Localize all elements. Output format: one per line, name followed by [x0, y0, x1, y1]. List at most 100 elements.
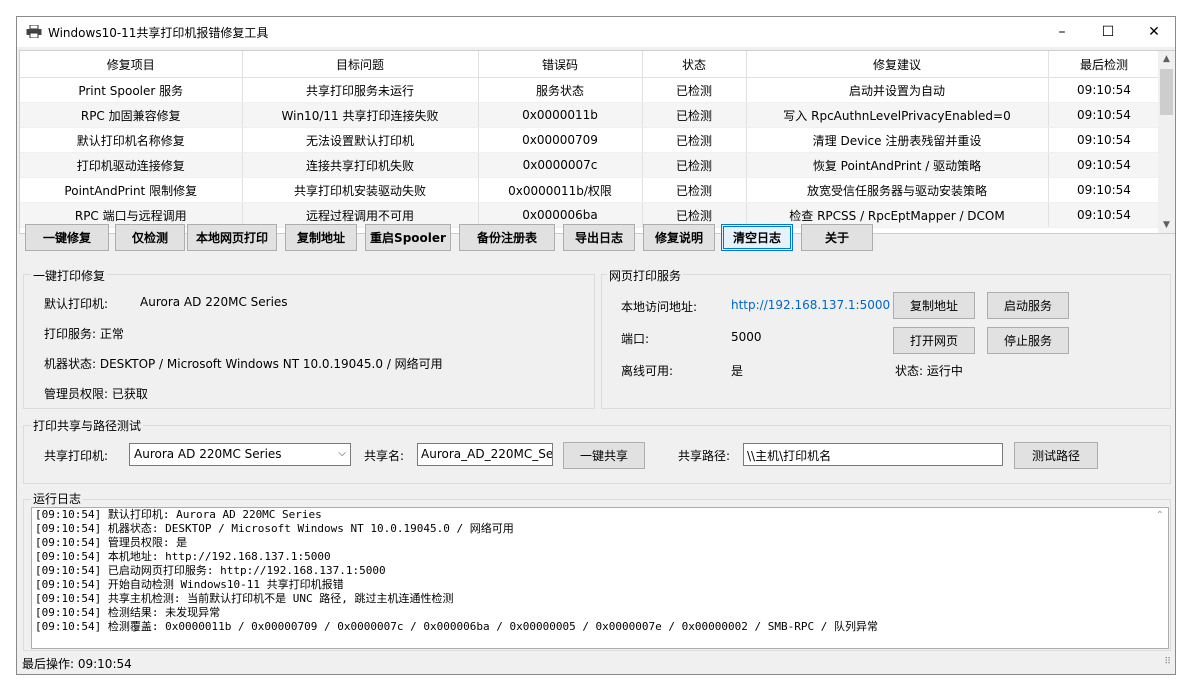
table-header: 修复项目 目标问题 错误码 状态 修复建议 最后检测 — [20, 51, 1161, 78]
restart-spooler-button[interactable]: 重启Spooler — [365, 224, 451, 251]
log-line: [09:10:54] 检测结果: 未发现异常 — [35, 606, 221, 619]
one-click-share-button[interactable]: 一键共享 — [563, 442, 645, 469]
clear-log-button[interactable]: 清空日志 — [721, 224, 793, 251]
port-value: 5000 — [731, 330, 762, 344]
cell: 写入 RpcAuthnLevelPrivacyEnabled=0 — [746, 102, 1049, 128]
machine-status: 机器状态: DESKTOP / Microsoft Windows NT 10.… — [44, 357, 443, 371]
log-line: [09:10:54] 本机地址: http://192.168.137.1:50… — [35, 550, 331, 563]
column-header-problem[interactable]: 目标问题 — [242, 51, 479, 78]
log-group-title: 运行日志 — [31, 490, 84, 507]
admin-status: 管理员权限: 已获取 — [44, 387, 148, 401]
size-grip-icon[interactable]: ⠿ — [1164, 657, 1171, 667]
about-button[interactable]: 关于 — [801, 224, 873, 251]
column-header-status[interactable]: 状态 — [642, 51, 747, 78]
stop-service-button[interactable]: 停止服务 — [987, 327, 1069, 354]
cell: 无法设置默认打印机 — [242, 127, 479, 153]
log-textarea[interactable]: [09:10:54] 默认打印机: Aurora AD 220MC Series… — [31, 507, 1169, 649]
local-address-label: 本地访问地址: — [621, 300, 698, 314]
cell: 清理 Device 注册表残留并重设 — [746, 127, 1049, 153]
default-printer-label: 默认打印机: — [44, 297, 109, 311]
cell: 09:10:54 — [1048, 102, 1161, 128]
share-printer-select[interactable]: Aurora AD 220MC Series ⌵ — [129, 443, 351, 466]
cell: 启动并设置为自动 — [746, 77, 1049, 103]
cell: 默认打印机名称修复 — [20, 127, 243, 153]
log-line: [09:10:54] 默认打印机: Aurora AD 220MC Series — [35, 508, 322, 521]
cell: 已检测 — [642, 102, 747, 128]
share-name-label: 共享名: — [364, 449, 405, 463]
log-scroll-up-icon[interactable]: ⌃ — [1156, 510, 1164, 521]
share-printer-label: 共享打印机: — [44, 449, 109, 463]
cell: 已检测 — [642, 77, 747, 103]
web-print-group — [601, 274, 1171, 409]
printer-icon — [26, 25, 42, 38]
share-path-input[interactable]: \\主机\打印机名 — [743, 443, 1003, 466]
start-service-button[interactable]: 启动服务 — [987, 292, 1069, 319]
column-header-advice[interactable]: 修复建议 — [746, 51, 1049, 78]
cell: Print Spooler 服务 — [20, 77, 243, 103]
cell: 已检测 — [642, 127, 747, 153]
column-header-time[interactable]: 最后检测 — [1048, 51, 1161, 78]
table-row[interactable]: PointAndPrint 限制修复 共享打印机安装驱动失败 0x0000011b/… — [20, 177, 1161, 203]
cell: Win10/11 共享打印连接失败 — [242, 102, 479, 128]
cell: PointAndPrint 限制修复 — [20, 177, 243, 203]
cell: 放宽受信任服务器与驱动安装策略 — [746, 177, 1049, 203]
status-bar: 最后操作: 09:10:54 ⠿ — [17, 652, 1175, 674]
spooler-status: 打印服务: 正常 — [44, 327, 124, 341]
log-line: [09:10:54] 管理员权限: 是 — [35, 536, 188, 549]
grid-scrollbar[interactable]: ▲ ▼ — [1158, 51, 1175, 233]
detect-only-button[interactable]: 仅检测 — [115, 224, 185, 251]
table-row[interactable]: Print Spooler 服务 共享打印服务未运行 服务状态 已检测 启动并设置为自动… — [20, 77, 1161, 103]
repair-items-grid[interactable]: 修复项目 目标问题 错误码 状态 修复建议 最后检测 Print Spooler… — [19, 50, 1175, 234]
maximize-button[interactable]: ☐ — [1085, 17, 1131, 47]
copy-address-button[interactable]: 复制地址 — [285, 224, 357, 251]
close-button[interactable]: ✕ — [1131, 17, 1175, 47]
web-copy-address-button[interactable]: 复制地址 — [893, 292, 975, 319]
share-path-label: 共享路径: — [678, 449, 731, 463]
repair-group-title: 一键打印修复 — [31, 267, 108, 284]
export-log-button[interactable]: 导出日志 — [563, 224, 635, 251]
share-printer-value: Aurora AD 220MC Series — [134, 447, 282, 461]
cell: 已检测 — [642, 152, 747, 178]
minimize-button[interactable]: – — [1039, 17, 1085, 47]
cell: 已检测 — [642, 177, 747, 203]
column-header-code[interactable]: 错误码 — [478, 51, 643, 78]
cell: 0x0000011b/权限 — [478, 177, 643, 203]
log-line: [09:10:54] 开始自动检测 Windows10-11 共享打印机报错 — [35, 578, 344, 591]
repair-notes-button[interactable]: 修复说明 — [643, 224, 715, 251]
title-bar: Windows10-11共享打印机报错修复工具 – ☐ ✕ — [17, 17, 1175, 47]
cell: 09:10:54 — [1048, 177, 1161, 203]
open-webpage-button[interactable]: 打开网页 — [893, 327, 975, 354]
cell: 连接共享打印机失败 — [242, 152, 479, 178]
test-path-button[interactable]: 测试路径 — [1014, 442, 1098, 469]
last-operation: 最后操作: 09:10:54 — [22, 657, 132, 671]
cell: 恢复 PointAndPrint / 驱动策略 — [746, 152, 1049, 178]
scroll-up-icon[interactable]: ▲ — [1158, 51, 1175, 67]
cell: 共享打印服务未运行 — [242, 77, 479, 103]
port-label: 端口: — [621, 332, 650, 346]
cell: 0x00000709 — [478, 127, 643, 153]
backup-registry-button[interactable]: 备份注册表 — [459, 224, 555, 251]
log-line: [09:10:54] 机器状态: DESKTOP / Microsoft Win… — [35, 522, 514, 535]
column-header-item[interactable]: 修复项目 — [20, 51, 243, 78]
web-print-group-title: 网页打印服务 — [607, 267, 684, 284]
cell: 09:10:54 — [1048, 127, 1161, 153]
cell: 服务状态 — [478, 77, 643, 103]
cell: 0x0000011b — [478, 102, 643, 128]
table-row[interactable]: RPC 加固兼容修复 Win10/11 共享打印连接失败 0x0000011b 已检测… — [20, 102, 1161, 128]
cell: 09:10:54 — [1048, 77, 1161, 103]
cell: 09:10:54 — [1048, 202, 1161, 228]
cell: 共享打印机安装驱动失败 — [242, 177, 479, 203]
service-status: 状态: 运行中 — [895, 364, 963, 378]
share-name-input[interactable]: Aurora_AD_220MC_Series — [417, 443, 553, 466]
repair-table: 修复项目 目标问题 错误码 状态 修复建议 最后检测 Print Spooler… — [20, 51, 1161, 228]
local-address-link[interactable]: http://192.168.137.1:5000 — [731, 298, 890, 312]
table-row[interactable]: 默认打印机名称修复 无法设置默认打印机 0x00000709 已检测 清理 Device… — [20, 127, 1161, 153]
table-row[interactable]: 打印机驱动连接修复 连接共享打印机失败 0x0000007c 已检测 恢复 PointA… — [20, 152, 1161, 178]
window-title: Windows10-11共享打印机报错修复工具 — [48, 26, 269, 40]
offline-value: 是 — [731, 364, 744, 378]
scroll-down-icon[interactable]: ▼ — [1158, 217, 1175, 233]
cell: 09:10:54 — [1048, 152, 1161, 178]
scroll-thumb[interactable] — [1160, 69, 1173, 115]
local-web-print-button[interactable]: 本地网页打印 — [187, 224, 277, 251]
repair-all-button[interactable]: 一键修复 — [25, 224, 109, 251]
